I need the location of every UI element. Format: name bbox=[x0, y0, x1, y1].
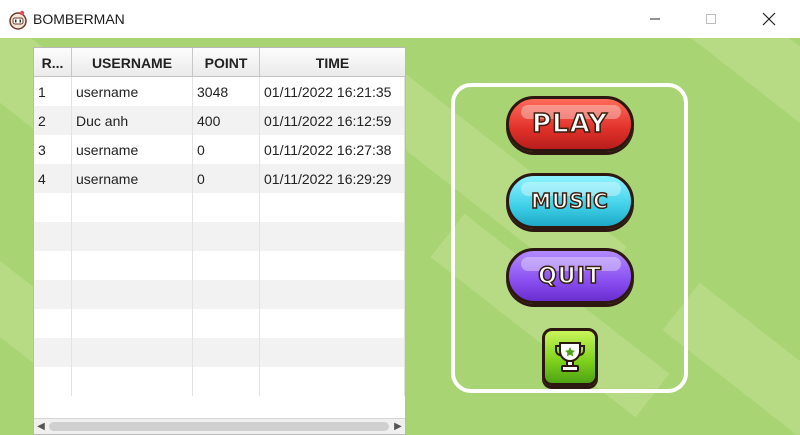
close-icon bbox=[762, 12, 776, 26]
scroll-right-icon[interactable]: ▶ bbox=[391, 419, 405, 434]
table-row[interactable]: 2 Duc anh 400 01/11/2022 16:12:59 bbox=[34, 106, 405, 135]
music-button[interactable]: MUSIC bbox=[506, 173, 634, 229]
horizontal-scrollbar[interactable]: ◀ ▶ bbox=[34, 418, 405, 434]
quit-label: QUIT bbox=[537, 263, 602, 290]
table-row[interactable]: 3 username 0 01/11/2022 16:27:38 bbox=[34, 135, 405, 164]
music-label: MUSIC bbox=[530, 188, 609, 214]
cell-rank: 3 bbox=[34, 135, 72, 164]
empty-row bbox=[34, 280, 405, 309]
cell-time: 01/11/2022 16:21:35 bbox=[260, 77, 405, 106]
maximize-button[interactable] bbox=[688, 0, 734, 38]
cell-point: 3048 bbox=[193, 77, 260, 106]
table-header: R... USERNAME POINT TIME bbox=[34, 48, 405, 77]
scroll-left-icon[interactable]: ◀ bbox=[34, 419, 48, 434]
leaderboard-button[interactable] bbox=[542, 328, 598, 386]
cell-time: 01/11/2022 16:12:59 bbox=[260, 106, 405, 135]
column-header-point[interactable]: POINT bbox=[193, 48, 260, 77]
cell-point: 0 bbox=[193, 135, 260, 164]
cell-rank: 4 bbox=[34, 164, 72, 193]
cell-username: Duc anh bbox=[72, 106, 193, 135]
cell-username: username bbox=[72, 164, 193, 193]
empty-row bbox=[34, 251, 405, 280]
window-title: BOMBERMAN bbox=[33, 11, 125, 27]
cell-point: 0 bbox=[193, 164, 260, 193]
table-body: 1 username 3048 01/11/2022 16:21:35 2 Du… bbox=[34, 77, 405, 396]
column-header-username[interactable]: USERNAME bbox=[72, 48, 193, 77]
cell-username: username bbox=[72, 135, 193, 164]
minimize-icon bbox=[650, 18, 660, 20]
cell-time: 01/11/2022 16:27:38 bbox=[260, 135, 405, 164]
play-label: PLAY bbox=[531, 108, 609, 140]
trophy-icon bbox=[555, 342, 585, 372]
column-header-rank[interactable]: R... bbox=[34, 48, 72, 77]
bomberman-icon bbox=[8, 10, 28, 30]
column-header-time[interactable]: TIME bbox=[260, 48, 405, 77]
cell-username: username bbox=[72, 77, 193, 106]
leaderboard-table[interactable]: R... USERNAME POINT TIME 1 username 3048… bbox=[33, 47, 406, 435]
quit-button[interactable]: QUIT bbox=[506, 248, 634, 304]
title-bar: BOMBERMAN bbox=[0, 0, 800, 38]
empty-row bbox=[34, 309, 405, 338]
close-button[interactable] bbox=[746, 0, 792, 38]
game-background: R... USERNAME POINT TIME 1 username 3048… bbox=[0, 38, 800, 435]
table-row[interactable]: 1 username 3048 01/11/2022 16:21:35 bbox=[34, 77, 405, 106]
empty-row bbox=[34, 367, 405, 396]
cell-point: 400 bbox=[193, 106, 260, 135]
cell-rank: 2 bbox=[34, 106, 72, 135]
cell-rank: 1 bbox=[34, 77, 72, 106]
cell-time: 01/11/2022 16:29:29 bbox=[260, 164, 405, 193]
maximize-icon bbox=[706, 14, 716, 24]
table-row[interactable]: 4 username 0 01/11/2022 16:29:29 bbox=[34, 164, 405, 193]
empty-row bbox=[34, 222, 405, 251]
minimize-button[interactable] bbox=[632, 0, 678, 38]
empty-row bbox=[34, 193, 405, 222]
empty-row bbox=[34, 338, 405, 367]
play-button[interactable]: PLAY bbox=[506, 96, 634, 152]
scrollbar-thumb[interactable] bbox=[49, 422, 389, 431]
